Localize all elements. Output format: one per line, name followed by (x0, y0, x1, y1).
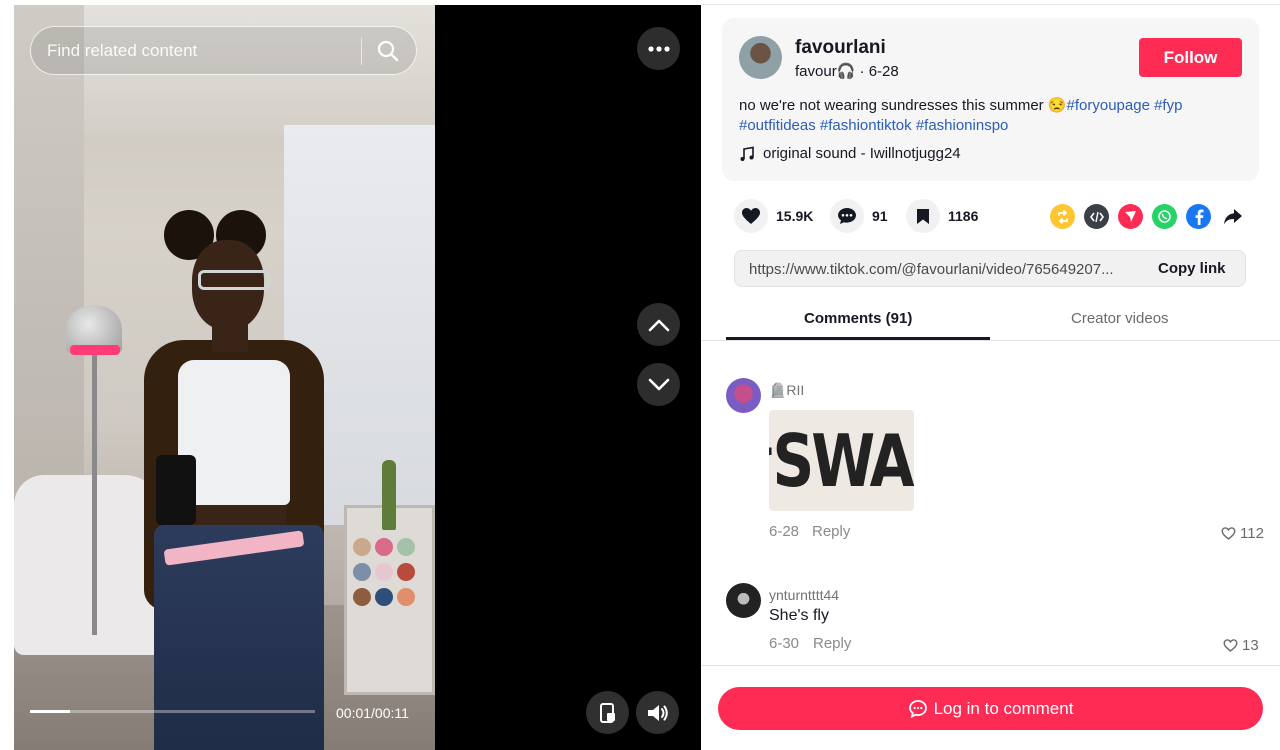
comment-username[interactable]: 🪦RII (769, 382, 804, 399)
heart-icon (734, 199, 768, 233)
comment-button[interactable]: 91 (830, 199, 888, 233)
next-video-button[interactable] (637, 363, 680, 406)
video-progress-bar[interactable] (30, 710, 315, 713)
video-description: no we're not wearing sundresses this sum… (739, 96, 1239, 136)
bookmark-icon (906, 199, 940, 233)
mini-player-button[interactable] (586, 691, 629, 734)
author-avatar[interactable] (739, 36, 782, 79)
embed-icon[interactable] (1084, 204, 1109, 229)
tab-comments[interactable]: Comments (91) (804, 310, 912, 327)
copy-link-button[interactable]: Copy link (1158, 260, 1226, 277)
repost-icon[interactable] (1050, 204, 1075, 229)
yarn-ball (353, 563, 371, 581)
more-options-button[interactable] (637, 27, 680, 70)
post-date: 6-28 (868, 63, 899, 80)
reply-button[interactable]: Reply (812, 523, 850, 540)
volume-button[interactable] (636, 691, 679, 734)
avatar[interactable] (726, 378, 761, 413)
hashtag-link[interactable]: #foryoupage (1067, 97, 1150, 114)
search-icon[interactable] (376, 39, 400, 63)
comment-username[interactable]: ynturntttt44 (769, 587, 839, 603)
comment-date: 6-30 (769, 635, 800, 652)
scene-shelf (344, 505, 435, 695)
yarn-ball (397, 588, 415, 606)
volume-icon (647, 704, 668, 721)
scene-person (134, 210, 334, 750)
comment-count: 91 (872, 208, 888, 224)
yarn-ball (375, 563, 393, 581)
send-icon[interactable] (1118, 204, 1143, 229)
login-to-comment-label: Log in to comment (933, 698, 1074, 718)
search-input[interactable]: Find related content (47, 41, 197, 61)
comment-footer-divider (701, 665, 1280, 666)
person-glasses (198, 270, 270, 290)
share-link-box: https://www.tiktok.com/@favourlani/video… (734, 250, 1246, 287)
yarn-ball (397, 563, 415, 581)
author-username[interactable]: favourlani (795, 37, 886, 59)
mini-player-icon (599, 702, 615, 723)
author-nickname[interactable]: favour🎧 (795, 63, 855, 80)
yarn-ball (353, 588, 371, 606)
scene-lamp-glow (70, 345, 120, 355)
sound-link[interactable]: original sound - Iwillnotjugg24 (739, 145, 961, 162)
comment-like-count: 13 (1242, 637, 1259, 654)
comment-like-button[interactable]: 13 (1223, 637, 1259, 654)
sticker-text: #SWAG (769, 418, 914, 503)
video-time: 00:01/00:11 (336, 705, 409, 721)
heart-outline-icon (1221, 527, 1236, 540)
like-button[interactable]: 15.9K (734, 199, 813, 233)
reply-button[interactable]: Reply (813, 635, 851, 652)
comment-like-count: 112 (1240, 525, 1264, 542)
save-button[interactable]: 1186 (906, 199, 978, 233)
chevron-up-icon (648, 319, 669, 331)
search-divider (361, 38, 362, 65)
comment-icon (830, 199, 864, 233)
hashtag-link[interactable]: #fashiontiktok (820, 117, 912, 134)
follow-button[interactable]: Follow (1139, 38, 1242, 77)
heart-outline-icon (1223, 639, 1238, 652)
tabs-divider (701, 340, 1280, 341)
comment-sticker-image: #SWAG (769, 410, 914, 511)
top-divider (701, 4, 1280, 5)
avatar[interactable] (726, 583, 761, 618)
previous-video-button[interactable] (637, 303, 680, 346)
description-text: no we're not wearing sundresses this sum… (739, 97, 1067, 114)
share-arrow-icon[interactable] (1220, 204, 1245, 229)
tiktok-video-page: Find related content 00:01/00:11 favourl… (0, 0, 1280, 750)
like-count: 15.9K (776, 208, 814, 224)
hashtag-link[interactable]: #fyp (1154, 97, 1182, 114)
search-bar[interactable]: Find related content (30, 26, 417, 75)
tab-creator-videos[interactable]: Creator videos (1071, 310, 1169, 327)
music-note-icon (740, 146, 754, 161)
sound-name: original sound - Iwillnotjugg24 (763, 145, 961, 162)
comment-like-button[interactable]: 112 (1221, 525, 1264, 542)
person-bag (156, 455, 196, 525)
left-edge (0, 0, 14, 750)
author-subtitle: favour🎧 · 6-28 (795, 63, 899, 80)
yarn-ball (375, 538, 393, 556)
more-dots-icon (647, 45, 670, 52)
hashtag-link[interactable]: #outfitideas (739, 117, 816, 134)
scene-lamp-pole (92, 335, 97, 635)
yarn-ball (353, 538, 371, 556)
login-to-comment-button[interactable]: Log in to comment (718, 687, 1263, 730)
facebook-icon[interactable] (1186, 204, 1211, 229)
chevron-down-icon (648, 378, 669, 390)
scene-bottle (382, 460, 396, 530)
video-progress-fill (30, 710, 70, 713)
yarn-ball (375, 588, 393, 606)
video-player[interactable] (14, 5, 435, 750)
hashtag-link[interactable]: #fashioninspo (916, 117, 1009, 134)
whatsapp-icon[interactable] (1152, 204, 1177, 229)
share-link-url[interactable]: https://www.tiktok.com/@favourlani/video… (749, 261, 1144, 278)
comment-text: She's fly (769, 607, 829, 624)
description-card: favourlani favour🎧 · 6-28 Follow no we'r… (722, 18, 1259, 181)
yarn-ball (397, 538, 415, 556)
save-count: 1186 (948, 208, 979, 224)
comment-bubble-icon (908, 699, 927, 718)
comment-date: 6-28 (769, 523, 800, 540)
